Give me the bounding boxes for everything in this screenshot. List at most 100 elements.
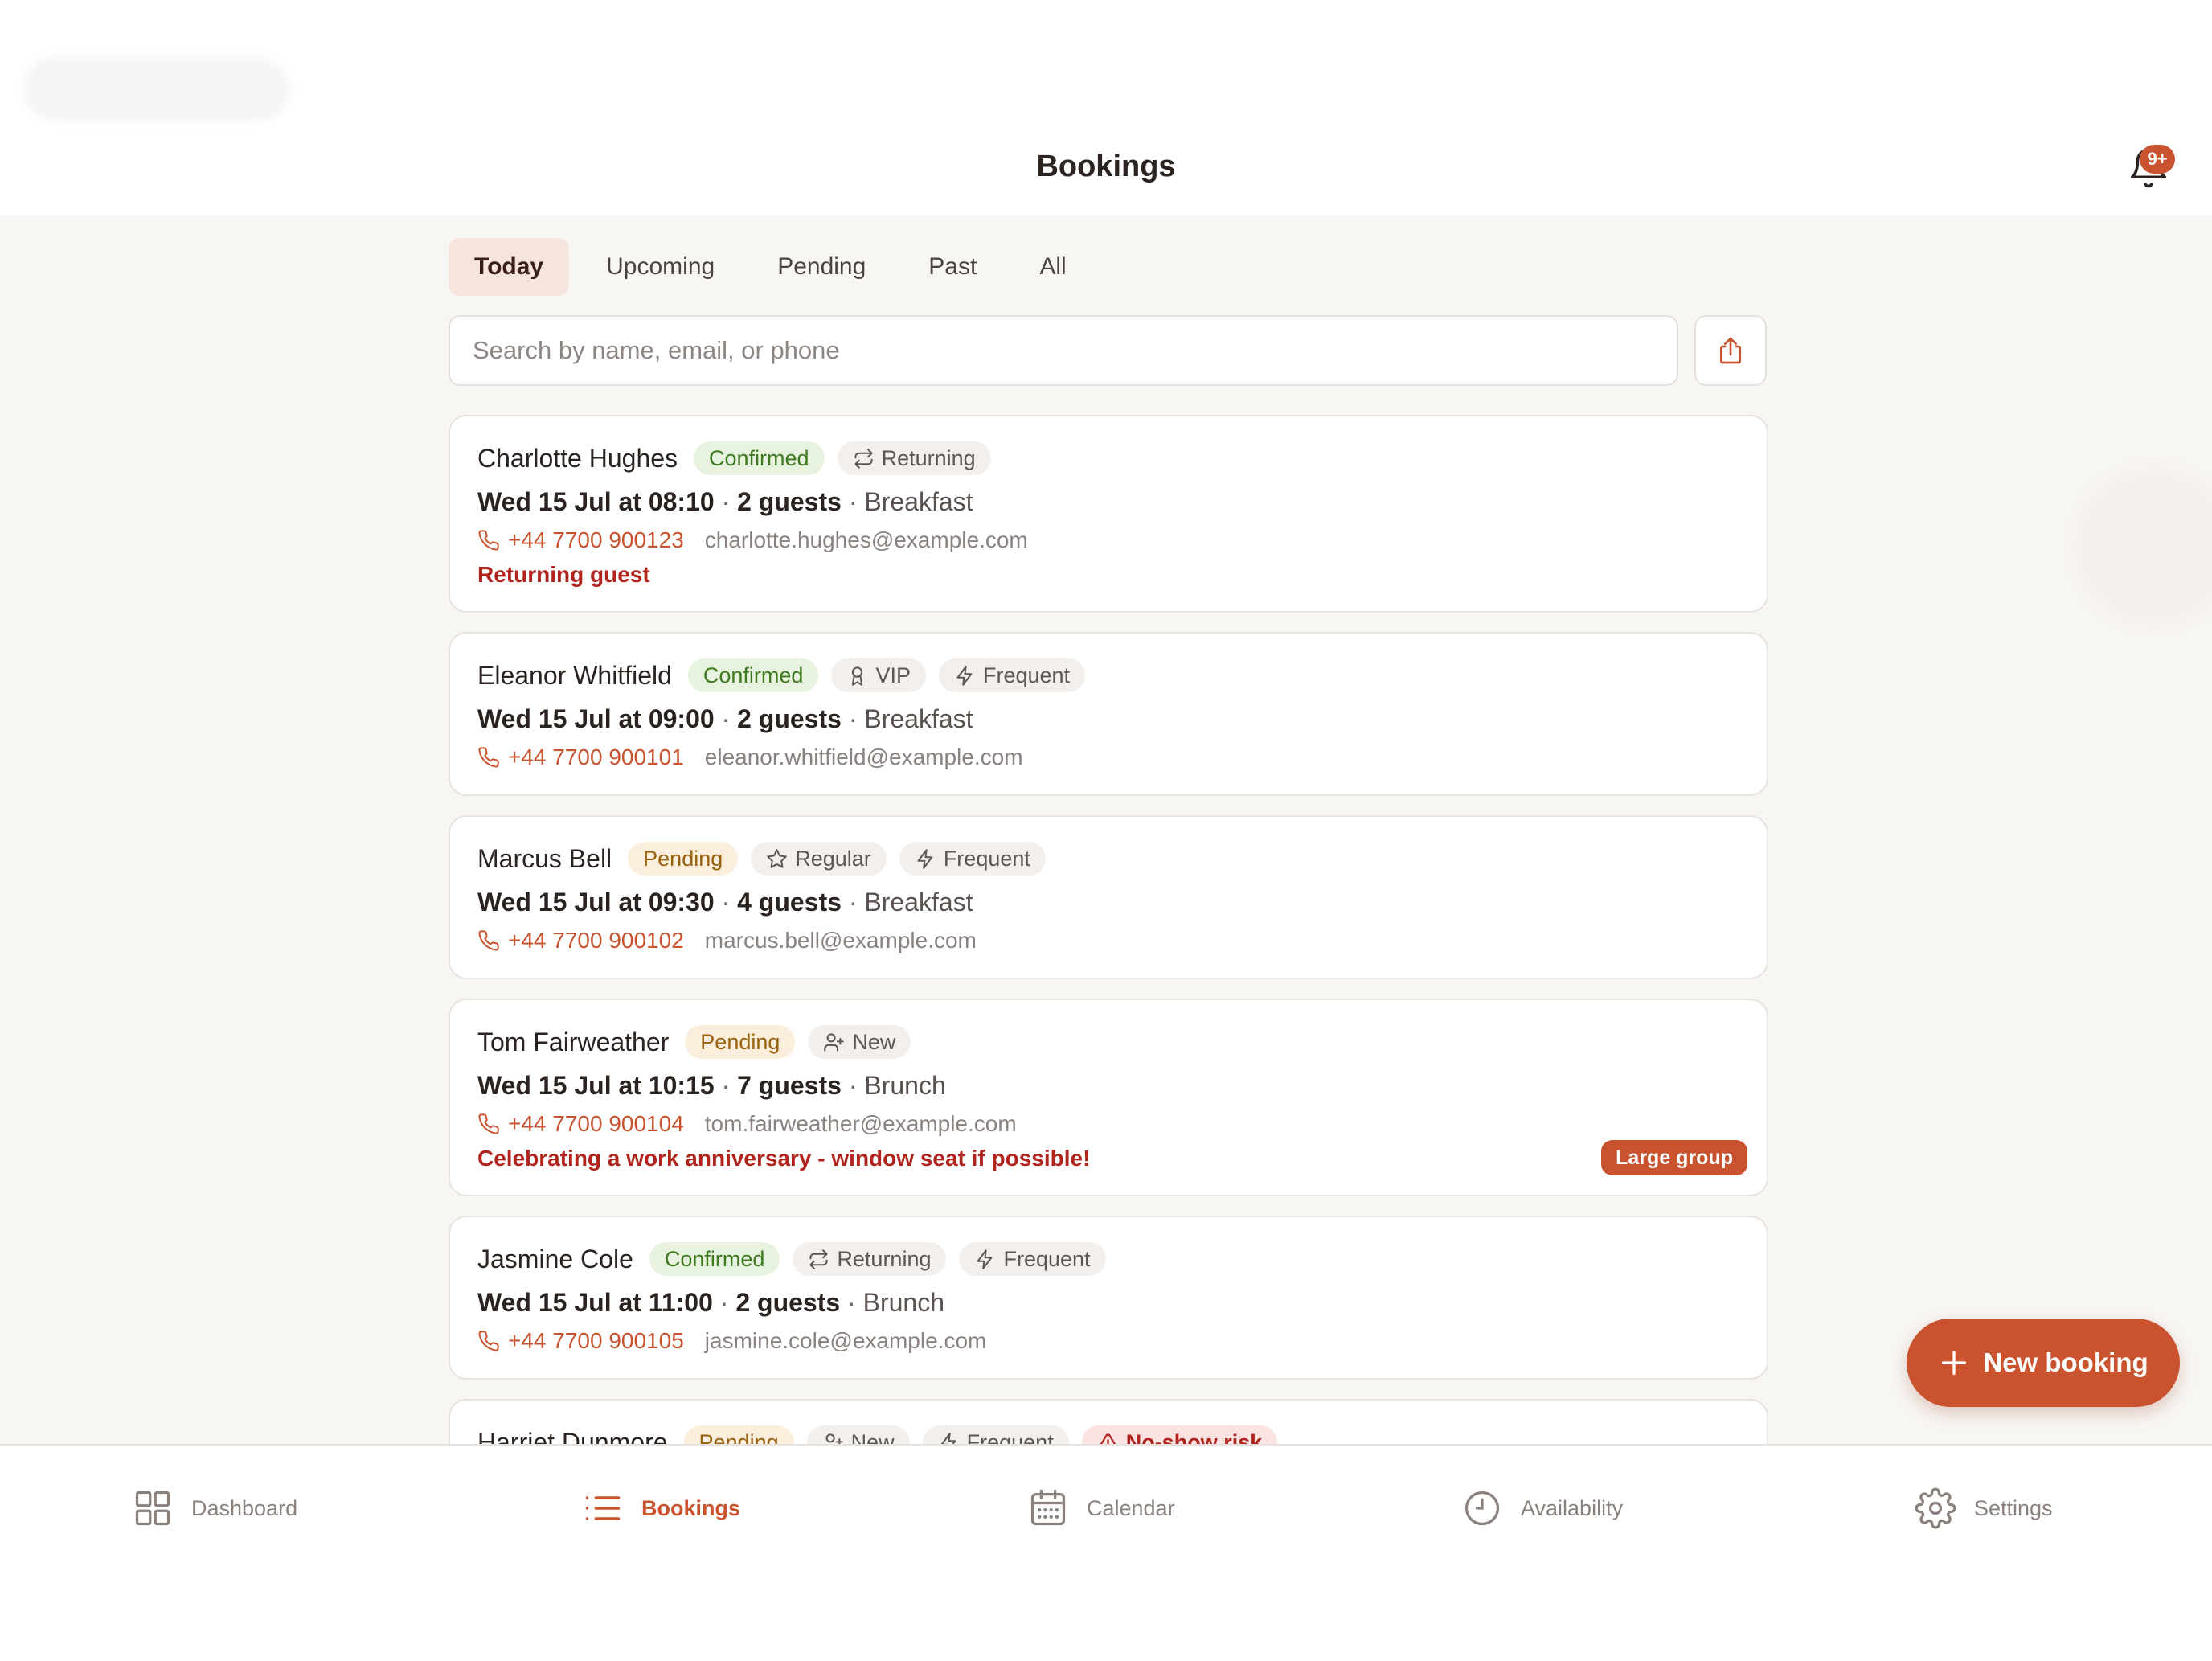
guest-count: 2 guests xyxy=(737,487,842,516)
no-show-risk-badge: No-show risk xyxy=(1081,1425,1278,1445)
tag-label: Frequent xyxy=(966,1429,1054,1445)
tag-chip: New xyxy=(806,1425,910,1445)
tag-label: Regular xyxy=(795,846,871,871)
phone-link[interactable]: +44 7700 900123 xyxy=(508,527,684,553)
phone-icon xyxy=(478,930,499,951)
new-booking-label: New booking xyxy=(1983,1347,2149,1377)
tag-chip: Frequent xyxy=(959,1242,1106,1276)
guest-count: 4 guests xyxy=(737,888,842,917)
nav-label: Settings xyxy=(1974,1495,2053,1520)
repeat-icon xyxy=(854,448,873,469)
award-icon xyxy=(852,666,863,686)
bookings-list: Charlotte Hughes Confirmed Returning Wed… xyxy=(449,415,1768,1444)
guest-count: 2 guests xyxy=(735,1288,841,1317)
new-booking-button[interactable]: New booking xyxy=(1907,1319,2180,1407)
search-input[interactable] xyxy=(449,315,1678,386)
phone-link[interactable]: +44 7700 900105 xyxy=(508,1328,684,1354)
nav-label: Calendar xyxy=(1087,1495,1175,1520)
nav-settings[interactable]: Settings xyxy=(1915,1486,2053,1531)
booking-card[interactable]: Marcus Bell Pending Regular Frequent Wed… xyxy=(449,815,1768,979)
meal-period: Breakfast xyxy=(864,888,973,917)
booking-card[interactable]: Jasmine Cole Confirmed Returning Frequen… xyxy=(449,1216,1768,1380)
booking-time: Wed 15 Jul at 08:10 xyxy=(477,487,715,516)
nav-calendar[interactable]: Calendar xyxy=(1027,1486,1175,1531)
booking-card[interactable]: Tom Fairweather Pending New Wed 15 Jul a… xyxy=(449,999,1768,1196)
phone-icon xyxy=(478,1113,499,1134)
booking-card[interactable]: Harriet Dunmore Pending New Frequent No-… xyxy=(449,1399,1768,1444)
tag-label: Returning xyxy=(881,445,976,470)
clock-icon xyxy=(1464,1491,1500,1526)
meal-period: Brunch xyxy=(864,1071,946,1100)
nav-label: Dashboard xyxy=(191,1495,298,1520)
tag-label: New xyxy=(852,1029,896,1054)
tab-upcoming[interactable]: Upcoming xyxy=(580,238,740,296)
tag-label: Frequent xyxy=(982,662,1071,687)
tab-pending[interactable]: Pending xyxy=(752,238,891,296)
meal-period: Breakfast xyxy=(864,704,973,733)
email-text: charlotte.hughes@example.com xyxy=(704,527,1028,552)
booking-time: Wed 15 Jul at 09:00 xyxy=(477,704,715,733)
user-plus-icon xyxy=(824,1032,845,1052)
risk-label: No-show risk xyxy=(1125,1429,1263,1445)
phone-icon xyxy=(478,530,499,551)
tab-today[interactable]: Today xyxy=(449,238,570,296)
notification-count-badge: 9+ xyxy=(2140,145,2175,174)
bolt-icon xyxy=(917,848,933,869)
tab-past[interactable]: Past xyxy=(903,238,1002,296)
bookings-controls: Today Upcoming Pending Past All xyxy=(449,238,1768,386)
email-text: tom.fairweather@example.com xyxy=(704,1111,1017,1136)
nav-bookings[interactable]: Bookings xyxy=(582,1486,740,1531)
meal-period: Breakfast xyxy=(864,487,973,516)
tag-label: VIP xyxy=(875,662,911,687)
guest-name: Charlotte Hughes xyxy=(477,443,678,473)
nav-availability[interactable]: Availability xyxy=(1461,1486,1623,1531)
booking-summary: Wed 15 Jul at 08:10 · 2 guests · Breakfa… xyxy=(477,487,973,516)
booking-summary: Wed 15 Jul at 11:00 · 2 guests · Brunch xyxy=(477,1288,944,1317)
status-badge: Pending xyxy=(628,842,739,876)
booking-summary: Wed 15 Jul at 10:15 · 7 guests · Brunch xyxy=(477,1071,946,1100)
email-text: marcus.bell@example.com xyxy=(704,928,977,953)
star-icon xyxy=(767,848,788,868)
guest-name: Jasmine Cole xyxy=(477,1244,633,1273)
tag-label: Returning xyxy=(837,1246,932,1271)
share-icon xyxy=(1720,337,1741,364)
list-icon xyxy=(585,1496,621,1520)
booking-time: Wed 15 Jul at 10:15 xyxy=(477,1071,715,1100)
guest-name: Marcus Bell xyxy=(477,843,612,873)
calendar-icon xyxy=(1030,1489,1066,1526)
warning-icon xyxy=(1100,1433,1116,1444)
phone-icon xyxy=(478,1331,499,1351)
email-text: eleanor.whitfield@example.com xyxy=(704,744,1023,769)
booking-card[interactable]: Eleanor Whitfield Confirmed VIP Frequent… xyxy=(449,632,1768,796)
repeat-icon xyxy=(809,1249,829,1269)
tag-chip: New xyxy=(808,1025,911,1059)
blurred-status-area xyxy=(24,58,289,121)
booking-time: Wed 15 Jul at 11:00 xyxy=(477,1288,713,1317)
guest-name: Eleanor Whitfield xyxy=(477,660,672,690)
email-text: jasmine.cole@example.com xyxy=(704,1328,987,1353)
booking-time: Wed 15 Jul at 09:30 xyxy=(477,888,715,917)
booking-note: Celebrating a work anniversary - window … xyxy=(477,1146,1091,1171)
phone-link[interactable]: +44 7700 900102 xyxy=(508,928,684,954)
bolt-icon xyxy=(940,1432,956,1444)
plus-icon xyxy=(1942,1351,1967,1375)
phone-link[interactable]: +44 7700 900101 xyxy=(508,744,684,770)
booking-note: Returning guest xyxy=(477,562,650,587)
nav-dashboard[interactable]: Dashboard xyxy=(132,1486,297,1531)
phone-icon xyxy=(478,747,499,768)
tag-label: Frequent xyxy=(1003,1246,1091,1271)
bolt-icon xyxy=(977,1249,993,1269)
guest-name: Tom Fairweather xyxy=(477,1027,670,1056)
phone-link[interactable]: +44 7700 900104 xyxy=(508,1111,684,1137)
tag-label: Frequent xyxy=(943,846,1030,871)
user-plus-icon xyxy=(825,1433,843,1444)
tag-label: New xyxy=(850,1429,895,1445)
booking-card[interactable]: Charlotte Hughes Confirmed Returning Wed… xyxy=(449,415,1768,613)
tag-chip: Frequent xyxy=(938,658,1086,692)
booking-summary: Wed 15 Jul at 09:30 · 4 guests · Breakfa… xyxy=(477,888,973,917)
export-button[interactable] xyxy=(1694,315,1767,386)
tag-chip: VIP xyxy=(831,658,926,692)
blurred-floating-handle xyxy=(2074,466,2212,627)
guest-count: 2 guests xyxy=(737,704,842,733)
tab-all[interactable]: All xyxy=(1014,238,1092,296)
